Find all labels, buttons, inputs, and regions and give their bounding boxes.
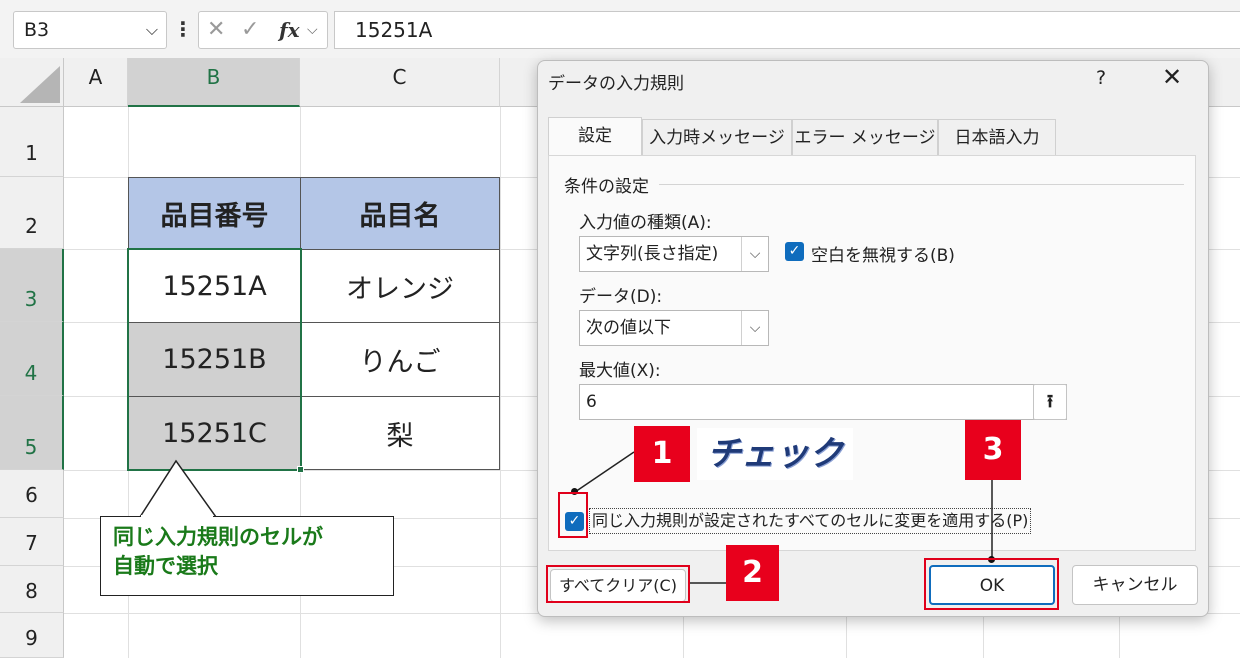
highlight-clear-all bbox=[546, 565, 690, 603]
step-badge-2: 2 bbox=[726, 545, 779, 601]
highlight-apply-all bbox=[558, 492, 588, 538]
highlight-ok bbox=[924, 558, 1059, 610]
step-badge-1: 1 bbox=[634, 426, 690, 482]
step-1-label: チェック bbox=[697, 428, 853, 480]
step-badge-3: 3 bbox=[965, 420, 1021, 480]
